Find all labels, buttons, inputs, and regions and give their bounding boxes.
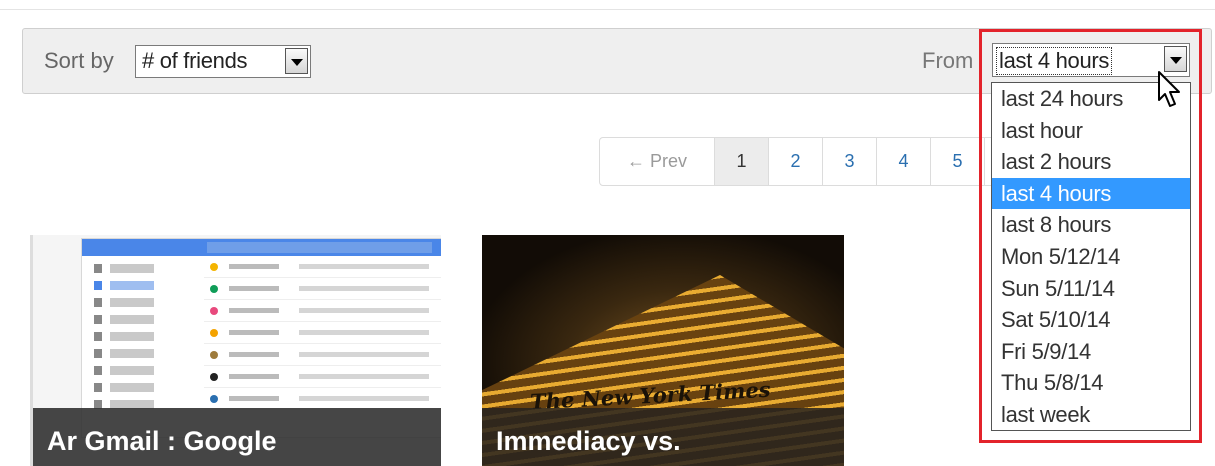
- page-5-button[interactable]: 5: [931, 138, 985, 185]
- mouse-cursor-icon: [1158, 71, 1180, 107]
- pagination: ← Prev 1 2 3 4 5: [599, 137, 1026, 186]
- page-4-button[interactable]: 4: [877, 138, 931, 185]
- sort-select-value: # of friends: [142, 48, 248, 73]
- chevron-down-icon[interactable]: [285, 48, 308, 74]
- page-3-button[interactable]: 3: [823, 138, 877, 185]
- card-title[interactable]: Immediacy vs.: [482, 408, 844, 466]
- top-divider: [0, 9, 1215, 10]
- page-2-button[interactable]: 2: [769, 138, 823, 185]
- from-label: From: [922, 48, 974, 73]
- sort-select[interactable]: # of friends: [135, 45, 311, 78]
- story-card-gmail[interactable]: Ar Gmail : Google: [30, 235, 441, 466]
- sort-by-label: Sort by: [44, 48, 114, 73]
- card-title[interactable]: Ar Gmail : Google: [33, 408, 441, 466]
- page-1-button[interactable]: 1: [715, 138, 769, 185]
- prev-page-button[interactable]: ← Prev: [600, 138, 715, 185]
- story-card-nyt[interactable]: The New York Times Immediacy vs.: [482, 235, 844, 466]
